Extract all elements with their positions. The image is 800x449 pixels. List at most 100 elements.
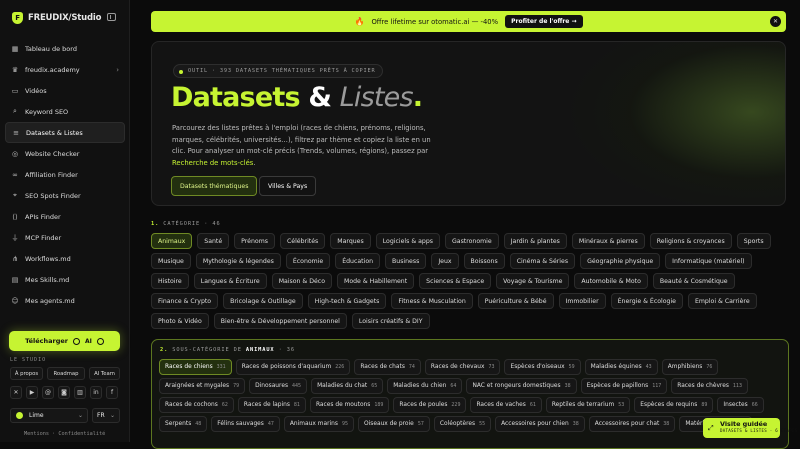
roadmap-button[interactable]: Roadmap bbox=[47, 367, 85, 380]
subcategory-chip[interactable]: Races de vaches 61 bbox=[470, 397, 542, 413]
subcategory-chip[interactable]: Accessoires pour chat 38 bbox=[588, 416, 676, 432]
category-chip[interactable]: Économie bbox=[285, 253, 331, 269]
subcategory-chip[interactable]: Dinosaures 445 bbox=[249, 378, 308, 394]
category-chip[interactable]: Sciences & Espace bbox=[419, 273, 492, 289]
category-chip[interactable]: Finance & Crypto bbox=[151, 293, 219, 309]
category-chip[interactable]: Célébrités bbox=[279, 233, 326, 249]
subcategory-chip[interactable]: Maladies du chat 65 bbox=[311, 378, 384, 394]
subcategory-chip[interactable]: Espèces d'oiseaux 59 bbox=[504, 359, 581, 375]
category-chip[interactable]: Énergie & Écologie bbox=[610, 293, 683, 309]
category-chip[interactable]: Éducation bbox=[335, 253, 381, 269]
subcategory-chip[interactable]: Insectes 66 bbox=[717, 397, 764, 413]
sidebar-item-mes-skills-md[interactable]: ▤ Mes Skills.md bbox=[5, 269, 125, 290]
subcategory-chip[interactable]: Oiseaux de proie 57 bbox=[358, 416, 430, 432]
category-chip[interactable]: Photo & Vidéo bbox=[151, 313, 209, 329]
subcategory-chip[interactable]: Races de moutons 189 bbox=[309, 397, 390, 413]
category-chip[interactable]: Marques bbox=[330, 233, 371, 249]
category-chip[interactable]: Bricolage & Outillage bbox=[223, 293, 303, 309]
category-chip[interactable]: Loisirs créatifs & DIY bbox=[351, 313, 430, 329]
sidebar-item-mes-agents-md[interactable]: ☺ Mes agents.md bbox=[5, 290, 125, 311]
sidebar-item-mcp-finder[interactable]: ⏚ MCP Finder bbox=[5, 227, 125, 248]
sidebar-item-apis-finder[interactable]: ⟨⟩ APIs Finder bbox=[5, 206, 125, 227]
subcategory-chip[interactable]: Serpents 48 bbox=[159, 416, 208, 432]
category-chip[interactable]: Géographie physique bbox=[580, 253, 661, 269]
category-chip[interactable]: Prénoms bbox=[234, 233, 275, 249]
subcategory-chip[interactable]: Araignées et mygales 79 bbox=[159, 378, 246, 394]
sidebar-item-keyword-seo[interactable]: ⌕ Keyword SEO bbox=[5, 101, 125, 122]
category-chip[interactable]: Immobilier bbox=[558, 293, 606, 309]
brand[interactable]: F FREUDIX/Studio bbox=[12, 11, 101, 25]
threads-icon[interactable]: @ bbox=[42, 386, 54, 399]
sidebar-item-videos[interactable]: ▭ Vidéos bbox=[5, 80, 125, 101]
subcategory-chip[interactable]: Accessoires pour chien 38 bbox=[495, 416, 585, 432]
theme-select[interactable]: Lime ⌄ bbox=[10, 408, 88, 423]
category-chip[interactable]: Automobile & Moto bbox=[574, 273, 648, 289]
subcategory-chip[interactable]: Coléoptères 55 bbox=[433, 416, 492, 432]
sidebar-collapse-icon[interactable] bbox=[107, 13, 116, 21]
category-chip[interactable]: Histoire bbox=[151, 273, 189, 289]
twitch-icon[interactable]: ▥ bbox=[74, 386, 86, 399]
category-chip[interactable]: Cinéma & Séries bbox=[509, 253, 576, 269]
youtube-icon[interactable]: ▶ bbox=[26, 386, 38, 399]
subcategory-chip[interactable]: Maladies du chien 64 bbox=[387, 378, 463, 394]
subcategory-chip[interactable]: Races de chiens 331 bbox=[159, 359, 232, 375]
category-chip[interactable]: Mode & Habillement bbox=[337, 273, 415, 289]
category-chip[interactable]: Informatique (matériel) bbox=[665, 253, 752, 269]
sidebar-item-workflows-md[interactable]: ⋔ Workflows.md bbox=[5, 248, 125, 269]
x-icon[interactable]: ✕ bbox=[10, 386, 22, 399]
sidebar-item-datasets-listes[interactable]: ≡ Datasets & Listes bbox=[5, 122, 125, 143]
category-chip[interactable]: Business bbox=[385, 253, 427, 269]
category-chip[interactable]: Minéraux & pierres bbox=[571, 233, 645, 249]
promo-cta-button[interactable]: Profiter de l'offre → bbox=[505, 15, 583, 28]
subcategory-chip[interactable]: Maladies équines 43 bbox=[584, 359, 658, 375]
category-chip[interactable]: Animaux bbox=[151, 233, 193, 249]
sidebar-item-tableau-de-bord[interactable]: ▦ Tableau de bord bbox=[5, 38, 125, 59]
category-chip[interactable]: Emploi & Carrière bbox=[687, 293, 757, 309]
category-chip[interactable]: Jeux bbox=[431, 253, 459, 269]
sidebar-item-freudix-academy[interactable]: ♛ freudix.academy › bbox=[5, 59, 125, 80]
category-chip[interactable]: Maison & Déco bbox=[271, 273, 332, 289]
subcategory-chip[interactable]: Espèces de requins 89 bbox=[634, 397, 714, 413]
category-chip[interactable]: Voyage & Tourisme bbox=[496, 273, 570, 289]
category-chip[interactable]: Jardin & plantes bbox=[503, 233, 567, 249]
subcategory-chip[interactable]: NAC et rongeurs domestiques 38 bbox=[466, 378, 577, 394]
datasets-thematiques-button[interactable]: Datasets thématiques bbox=[171, 176, 258, 196]
guided-tour-button[interactable]: ⤢ Visite guidée DATASETS & LISTES · 6 ÉT… bbox=[703, 418, 797, 438]
category-chip[interactable]: Beauté & Cosmétique bbox=[652, 273, 735, 289]
category-chip[interactable]: Gastronomie bbox=[445, 233, 499, 249]
category-chip[interactable]: Mythologie & légendes bbox=[195, 253, 281, 269]
subcategory-chip[interactable]: Espèces de papillons 117 bbox=[580, 378, 668, 394]
sidebar-item-seo-spots-finder[interactable]: ⌖ SEO Spots Finder bbox=[5, 185, 125, 206]
ai-team-button[interactable]: AI Team bbox=[89, 367, 120, 380]
sidebar-item-website-checker[interactable]: ◎ Website Checker bbox=[5, 143, 125, 164]
category-chip[interactable]: Puériculture & Bébé bbox=[477, 293, 554, 309]
legal-links[interactable]: Mentions · Confidentialité bbox=[24, 431, 105, 437]
category-chip[interactable]: Boissons bbox=[463, 253, 505, 269]
subcategory-chip[interactable]: Races de poissons d'aquarium 226 bbox=[235, 359, 351, 375]
category-chip[interactable]: Logiciels & apps bbox=[375, 233, 440, 249]
language-select[interactable]: FR ⌄ bbox=[92, 408, 120, 423]
category-chip[interactable]: Sports bbox=[736, 233, 771, 249]
subcategory-chip[interactable]: Races de chats 74 bbox=[354, 359, 421, 375]
category-chip[interactable]: Santé bbox=[197, 233, 230, 249]
category-chip[interactable]: Religions & croyances bbox=[649, 233, 732, 249]
download-button[interactable]: Télécharger AI bbox=[9, 331, 120, 351]
category-chip[interactable]: Musique bbox=[151, 253, 191, 269]
subcategory-chip[interactable]: Reptiles de terrarium 53 bbox=[545, 397, 631, 413]
subcategory-chip[interactable]: Félins sauvages 47 bbox=[211, 416, 280, 432]
subcategory-chip[interactable]: Animaux marins 95 bbox=[283, 416, 354, 432]
subcategory-chip[interactable]: Races de chevaux 73 bbox=[424, 359, 501, 375]
category-chip[interactable]: Langues & Écriture bbox=[193, 273, 267, 289]
instagram-icon[interactable]: ◙ bbox=[58, 386, 70, 399]
villes-pays-button[interactable]: Villes & Pays bbox=[259, 176, 317, 196]
subcategory-chip[interactable]: Races de chèvres 113 bbox=[671, 378, 748, 394]
subcategory-chip[interactable]: Races de cochons 62 bbox=[159, 397, 234, 413]
subcategory-chip[interactable]: Races de poules 229 bbox=[393, 397, 467, 413]
category-chip[interactable]: High-tech & Gadgets bbox=[307, 293, 387, 309]
subcategory-chip[interactable]: Amphibiens 76 bbox=[661, 359, 719, 375]
category-chip[interactable]: Fitness & Musculation bbox=[391, 293, 473, 309]
keyword-research-link[interactable]: Recherche de mots-clés bbox=[172, 159, 253, 167]
category-chip[interactable]: Bien-être & Développement personnel bbox=[213, 313, 347, 329]
close-icon[interactable]: ✕ bbox=[770, 16, 781, 27]
subcategory-chip[interactable]: Races de lapins 81 bbox=[237, 397, 306, 413]
